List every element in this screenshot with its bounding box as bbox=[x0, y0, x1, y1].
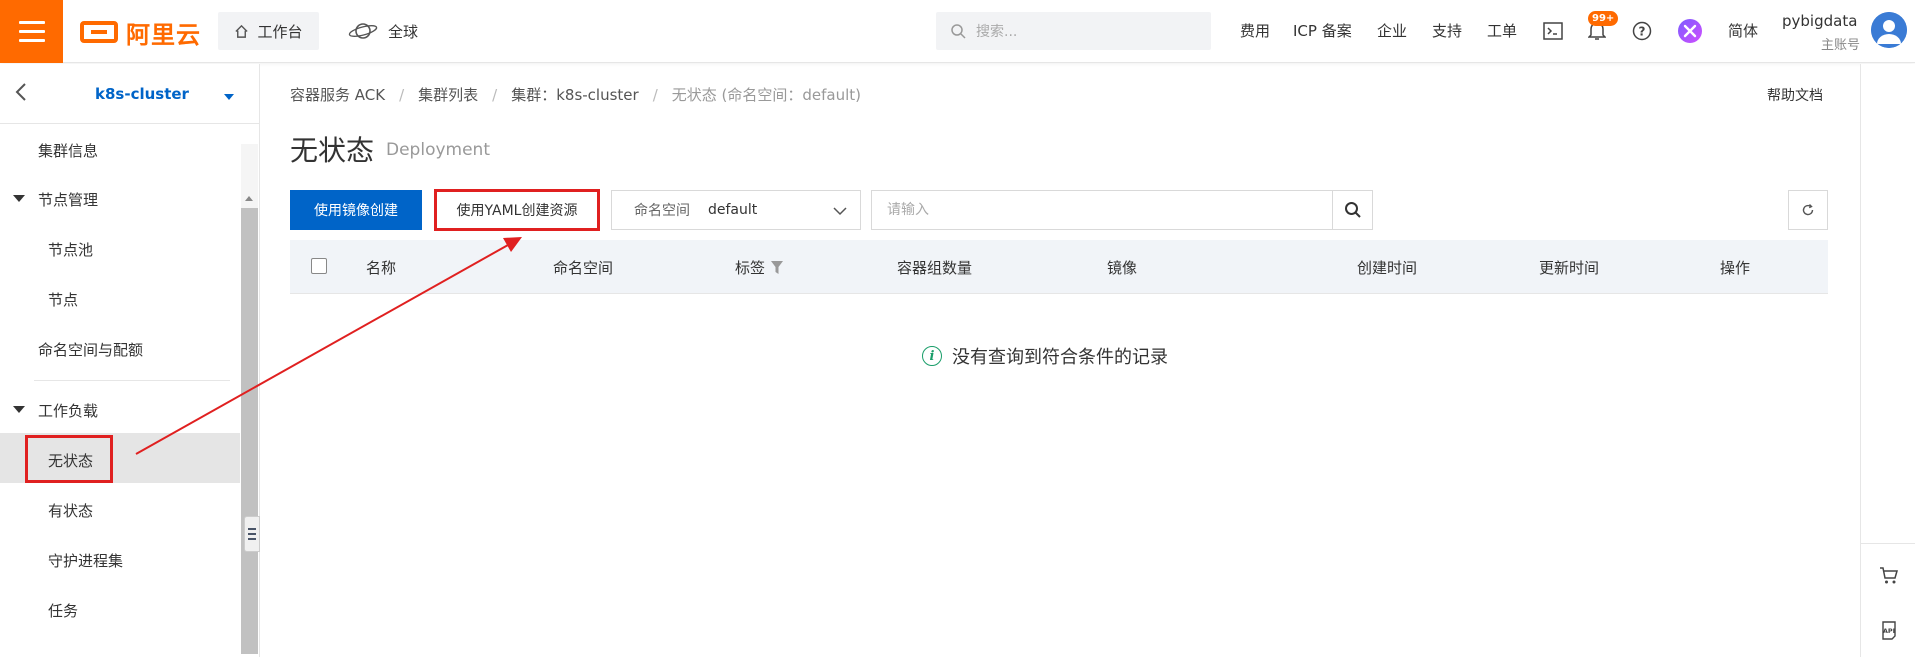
help-doc-link[interactable]: 帮助文档 bbox=[1767, 85, 1823, 105]
select-all-checkbox[interactable] bbox=[311, 258, 327, 274]
logo-text: 阿里云 bbox=[126, 20, 201, 49]
create-from-yaml-button[interactable]: 使用YAML创建资源 bbox=[434, 189, 600, 231]
menu-icon[interactable] bbox=[0, 0, 63, 63]
cluster-header: k8s-cluster bbox=[0, 64, 260, 124]
user-role: 主账号 bbox=[1821, 38, 1861, 53]
column-header-updated[interactable]: 更新时间 bbox=[1539, 257, 1599, 278]
caret-down-icon[interactable] bbox=[13, 195, 25, 202]
sidebar-item-jobs[interactable]: 任务 bbox=[48, 600, 78, 621]
sidebar-item-daemonsets[interactable]: 守护进程集 bbox=[48, 550, 123, 571]
sidebar-item-namespaces[interactable]: 命名空间与配额 bbox=[38, 339, 143, 360]
rail-divider bbox=[1861, 543, 1915, 544]
aliyun-logo-mark bbox=[80, 21, 118, 43]
sidebar-item-cluster-info[interactable]: 集群信息 bbox=[38, 140, 98, 161]
sidebar-item-nodes[interactable]: 节点 bbox=[48, 289, 78, 310]
terminal-icon[interactable] bbox=[1541, 19, 1565, 43]
filter-input[interactable] bbox=[871, 190, 1333, 230]
sidebar-item-statefulsets[interactable]: 有状态 bbox=[48, 500, 93, 521]
namespace-label: 命名空间 bbox=[634, 203, 690, 219]
ai-assistant-icon[interactable] bbox=[1678, 19, 1702, 43]
empty-state: i 没有查询到符合条件的记录 bbox=[922, 343, 1168, 369]
nav-link-support[interactable]: 支持 bbox=[1432, 20, 1462, 41]
column-header-name[interactable]: 名称 bbox=[366, 257, 396, 278]
sidebar-item-workloads[interactable]: 工作负载 bbox=[38, 400, 98, 421]
column-header-image[interactable]: 镜像 bbox=[1107, 257, 1137, 278]
notification-badge: 99+ bbox=[1588, 11, 1619, 26]
sidebar-scrollbar[interactable] bbox=[241, 144, 258, 654]
svg-text:API: API bbox=[1883, 627, 1895, 635]
api-icon[interactable]: API bbox=[1877, 618, 1901, 642]
column-header-actions: 操作 bbox=[1720, 259, 1751, 277]
nav-link-billing[interactable]: 费用 bbox=[1240, 20, 1270, 41]
annotation-highlight-box bbox=[25, 435, 113, 483]
column-header-labels[interactable]: 标签 bbox=[735, 257, 784, 278]
user-name[interactable]: pybigdata bbox=[1782, 12, 1857, 30]
breadcrumb-item-current: 无状态 (命名空间：default) bbox=[671, 86, 862, 104]
home-icon bbox=[235, 24, 249, 38]
sidebar: k8s-cluster 集群信息 节点管理 节点池 节点 命名空间与配额 工作负… bbox=[0, 64, 260, 657]
info-icon: i bbox=[922, 346, 942, 366]
column-header-labels-text: 标签 bbox=[735, 259, 766, 277]
top-bar: 阿里云 工作台 全球 搜索... 费用 ICP 备案 企业 支持 工单 99+ … bbox=[0, 0, 1915, 63]
scroll-up-icon[interactable] bbox=[245, 196, 253, 201]
namespace-value: default bbox=[708, 202, 758, 218]
avatar[interactable] bbox=[1871, 12, 1907, 48]
sidebar-collapse-handle[interactable] bbox=[244, 516, 260, 552]
sidebar-scroll-thumb[interactable] bbox=[241, 208, 258, 654]
nav-link-enterprise[interactable]: 企业 bbox=[1377, 20, 1407, 41]
region-label: 全球 bbox=[388, 22, 419, 41]
namespace-select[interactable]: 命名空间 default bbox=[611, 190, 861, 230]
cart-icon[interactable] bbox=[1877, 564, 1901, 588]
global-search-input[interactable]: 搜索... bbox=[936, 12, 1211, 50]
refresh-icon bbox=[1802, 204, 1814, 216]
breadcrumb-item-cluster[interactable]: 集群：k8s-cluster bbox=[511, 84, 638, 105]
sidebar-item-node-management[interactable]: 节点管理 bbox=[38, 189, 98, 210]
breadcrumb-item-ack[interactable]: 容器服务 ACK bbox=[290, 84, 385, 105]
right-rail: API bbox=[1860, 64, 1915, 657]
page-subtitle: Deployment bbox=[386, 140, 490, 160]
aliyun-logo[interactable]: 阿里云 bbox=[80, 17, 201, 49]
column-header-namespace[interactable]: 命名空间 bbox=[553, 257, 613, 278]
filter-icon[interactable] bbox=[771, 261, 784, 274]
cluster-selector[interactable]: k8s-cluster bbox=[95, 85, 189, 103]
global-search-placeholder: 搜索... bbox=[976, 24, 1018, 40]
search-icon bbox=[1344, 202, 1361, 218]
chevron-down-icon bbox=[833, 207, 847, 216]
workbench-label: 工作台 bbox=[257, 22, 303, 41]
language-switch[interactable]: 简体 bbox=[1728, 20, 1758, 41]
empty-message: 没有查询到符合条件的记录 bbox=[952, 347, 1168, 368]
column-header-created[interactable]: 创建时间 bbox=[1357, 257, 1417, 278]
nav-link-ticket[interactable]: 工单 bbox=[1487, 20, 1517, 41]
planet-icon bbox=[348, 23, 378, 39]
nav-link-icp[interactable]: ICP 备案 bbox=[1293, 20, 1352, 41]
breadcrumb-item-cluster-list[interactable]: 集群列表 bbox=[418, 84, 478, 105]
breadcrumb-separator: / bbox=[399, 85, 405, 104]
search-button[interactable] bbox=[1332, 190, 1373, 230]
refresh-button[interactable] bbox=[1788, 190, 1828, 230]
page-title: 无状态 bbox=[290, 134, 375, 167]
sidebar-divider bbox=[34, 380, 230, 381]
column-header-pods[interactable]: 容器组数量 bbox=[897, 257, 972, 278]
region-selector[interactable]: 全球 bbox=[348, 12, 418, 50]
help-icon[interactable]: ? bbox=[1630, 19, 1654, 43]
breadcrumb-separator: / bbox=[492, 85, 498, 104]
back-icon[interactable] bbox=[14, 82, 28, 106]
create-from-image-button[interactable]: 使用镜像创建 bbox=[290, 190, 422, 230]
svg-text:?: ? bbox=[1639, 25, 1646, 39]
annotation-arrow bbox=[135, 237, 522, 455]
workbench-button[interactable]: 工作台 bbox=[218, 12, 319, 50]
breadcrumb: 容器服务 ACK / 集群列表 / 集群：k8s-cluster / 无状态 (… bbox=[290, 84, 861, 105]
search-icon bbox=[951, 24, 966, 39]
caret-down-icon[interactable] bbox=[224, 94, 234, 100]
table-header: 名称 命名空间 标签 容器组数量 镜像 创建时间 更新时间 操作 bbox=[290, 240, 1828, 294]
caret-down-icon[interactable] bbox=[13, 406, 25, 413]
sidebar-item-node-pool[interactable]: 节点池 bbox=[48, 239, 93, 260]
breadcrumb-separator: / bbox=[652, 85, 658, 104]
